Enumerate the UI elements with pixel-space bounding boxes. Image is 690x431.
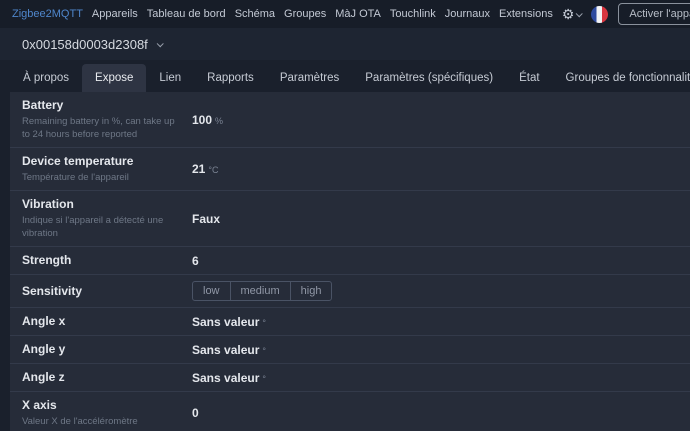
- expose-row-battery: Battery Remaining battery in %, can take…: [10, 92, 690, 147]
- expose-row-title: Angle x: [22, 314, 66, 328]
- expose-row-description: Remaining battery in %, can take up to 2…: [22, 116, 175, 140]
- expose-row-unit: %: [215, 115, 224, 126]
- device-header: 0x00158d0003d2308f: [0, 28, 690, 60]
- permit-join-button[interactable]: Activer l'appairage (Tout): [619, 4, 690, 24]
- expose-row-value: Sans valeur: [192, 314, 260, 329]
- brand-link[interactable]: Zigbee2MQTT: [12, 8, 83, 20]
- expose-row-unit: °: [262, 345, 266, 356]
- expose-row-unit: °: [262, 373, 266, 384]
- expose-row-unit: °: [262, 317, 266, 328]
- sensitivity-medium-button[interactable]: medium: [229, 281, 291, 301]
- expose-row-value: Faux: [192, 211, 221, 226]
- expose-row-value: 6: [192, 253, 199, 268]
- expose-row-title: Strength: [22, 253, 72, 267]
- tab-lien[interactable]: Lien: [146, 64, 194, 92]
- language-flag-icon[interactable]: [591, 5, 609, 23]
- nav-item-groupes[interactable]: Groupes: [284, 8, 326, 20]
- tab-a-propos[interactable]: À propos: [10, 64, 82, 92]
- settings-menu[interactable]: ⚙: [561, 5, 584, 23]
- permit-join-split-button: Activer l'appairage (Tout): [618, 3, 690, 25]
- navbar-right-cluster: ⚙ Activer l'appairage (Tout): [562, 3, 690, 25]
- top-navbar: Zigbee2MQTT Appareils Tableau de bord Sc…: [0, 0, 690, 28]
- expose-row-unit: °C: [208, 165, 219, 175]
- nav-item-tableau-de-bord[interactable]: Tableau de bord: [147, 8, 226, 20]
- expose-row-value: 21: [192, 162, 206, 176]
- expose-row-x-axis: X axis Valeur X de l'accéléromètre 0: [10, 391, 690, 431]
- expose-row-angle-x: Angle x Sans valeur °: [10, 307, 690, 335]
- tab-expose[interactable]: Expose: [82, 64, 147, 92]
- expose-row-strength: Strength 6: [10, 246, 690, 274]
- device-dropdown-toggle[interactable]: [156, 39, 164, 47]
- nav-item-maj-ota[interactable]: MàJ OTA: [335, 8, 381, 20]
- expose-row-title: Vibration: [22, 197, 74, 211]
- tab-rapports[interactable]: Rapports: [194, 64, 267, 92]
- nav-item-schema[interactable]: Schéma: [235, 8, 275, 20]
- expose-row-title: Sensitivity: [22, 283, 83, 298]
- sensitivity-high-button[interactable]: high: [289, 281, 333, 301]
- tab-etat[interactable]: État: [506, 64, 552, 92]
- sensitivity-low-button[interactable]: low: [192, 281, 231, 301]
- nav-item-touchlink[interactable]: Touchlink: [390, 8, 436, 20]
- expose-row-value: Sans valeur: [192, 342, 260, 357]
- expose-row-value: 0: [192, 406, 199, 420]
- chevron-down-icon: [576, 9, 584, 17]
- expose-row-title: Device temperature: [22, 154, 134, 168]
- tab-parametres-specifiques[interactable]: Paramètres (spécifiques): [352, 64, 506, 92]
- tab-groupes-fonctionnalites[interactable]: Groupes de fonctionnalités: [553, 64, 690, 92]
- expose-row-title: Angle y: [22, 342, 66, 356]
- device-tabs: À propos Expose Lien Rapports Paramètres…: [10, 60, 690, 92]
- expose-row-value: 100: [192, 112, 213, 127]
- expose-row-description: Indique si l'appareil a détecté une vibr…: [22, 215, 164, 239]
- sensitivity-button-group: low medium high: [192, 281, 333, 301]
- nav-item-appareils[interactable]: Appareils: [92, 8, 138, 20]
- expose-row-angle-y: Angle y Sans valeur °: [10, 335, 690, 363]
- nav-item-journaux[interactable]: Journaux: [445, 8, 490, 20]
- expose-row-sensitivity: Sensitivity low medium high: [10, 274, 690, 307]
- device-address: 0x00158d0003d2308f: [22, 36, 148, 52]
- expose-row-title: X axis: [22, 398, 57, 412]
- expose-row-device-temperature: Device temperature Température de l'appa…: [10, 147, 690, 190]
- gear-icon: ⚙: [561, 5, 575, 22]
- expose-panel: Battery Remaining battery in %, can take…: [10, 92, 690, 431]
- expose-row-value: Sans valeur: [192, 370, 260, 385]
- expose-row-title: Battery: [22, 98, 64, 112]
- tab-parametres[interactable]: Paramètres: [267, 64, 352, 92]
- expose-row-title: Angle z: [22, 370, 65, 384]
- expose-row-vibration: Vibration Indique si l'appareil a détect…: [10, 190, 690, 246]
- expose-row-description: Température de l'appareil: [22, 172, 129, 183]
- expose-row-angle-z: Angle z Sans valeur °: [10, 363, 690, 391]
- nav-item-extensions[interactable]: Extensions: [499, 8, 553, 20]
- expose-row-description: Valeur X de l'accéléromètre: [22, 416, 138, 427]
